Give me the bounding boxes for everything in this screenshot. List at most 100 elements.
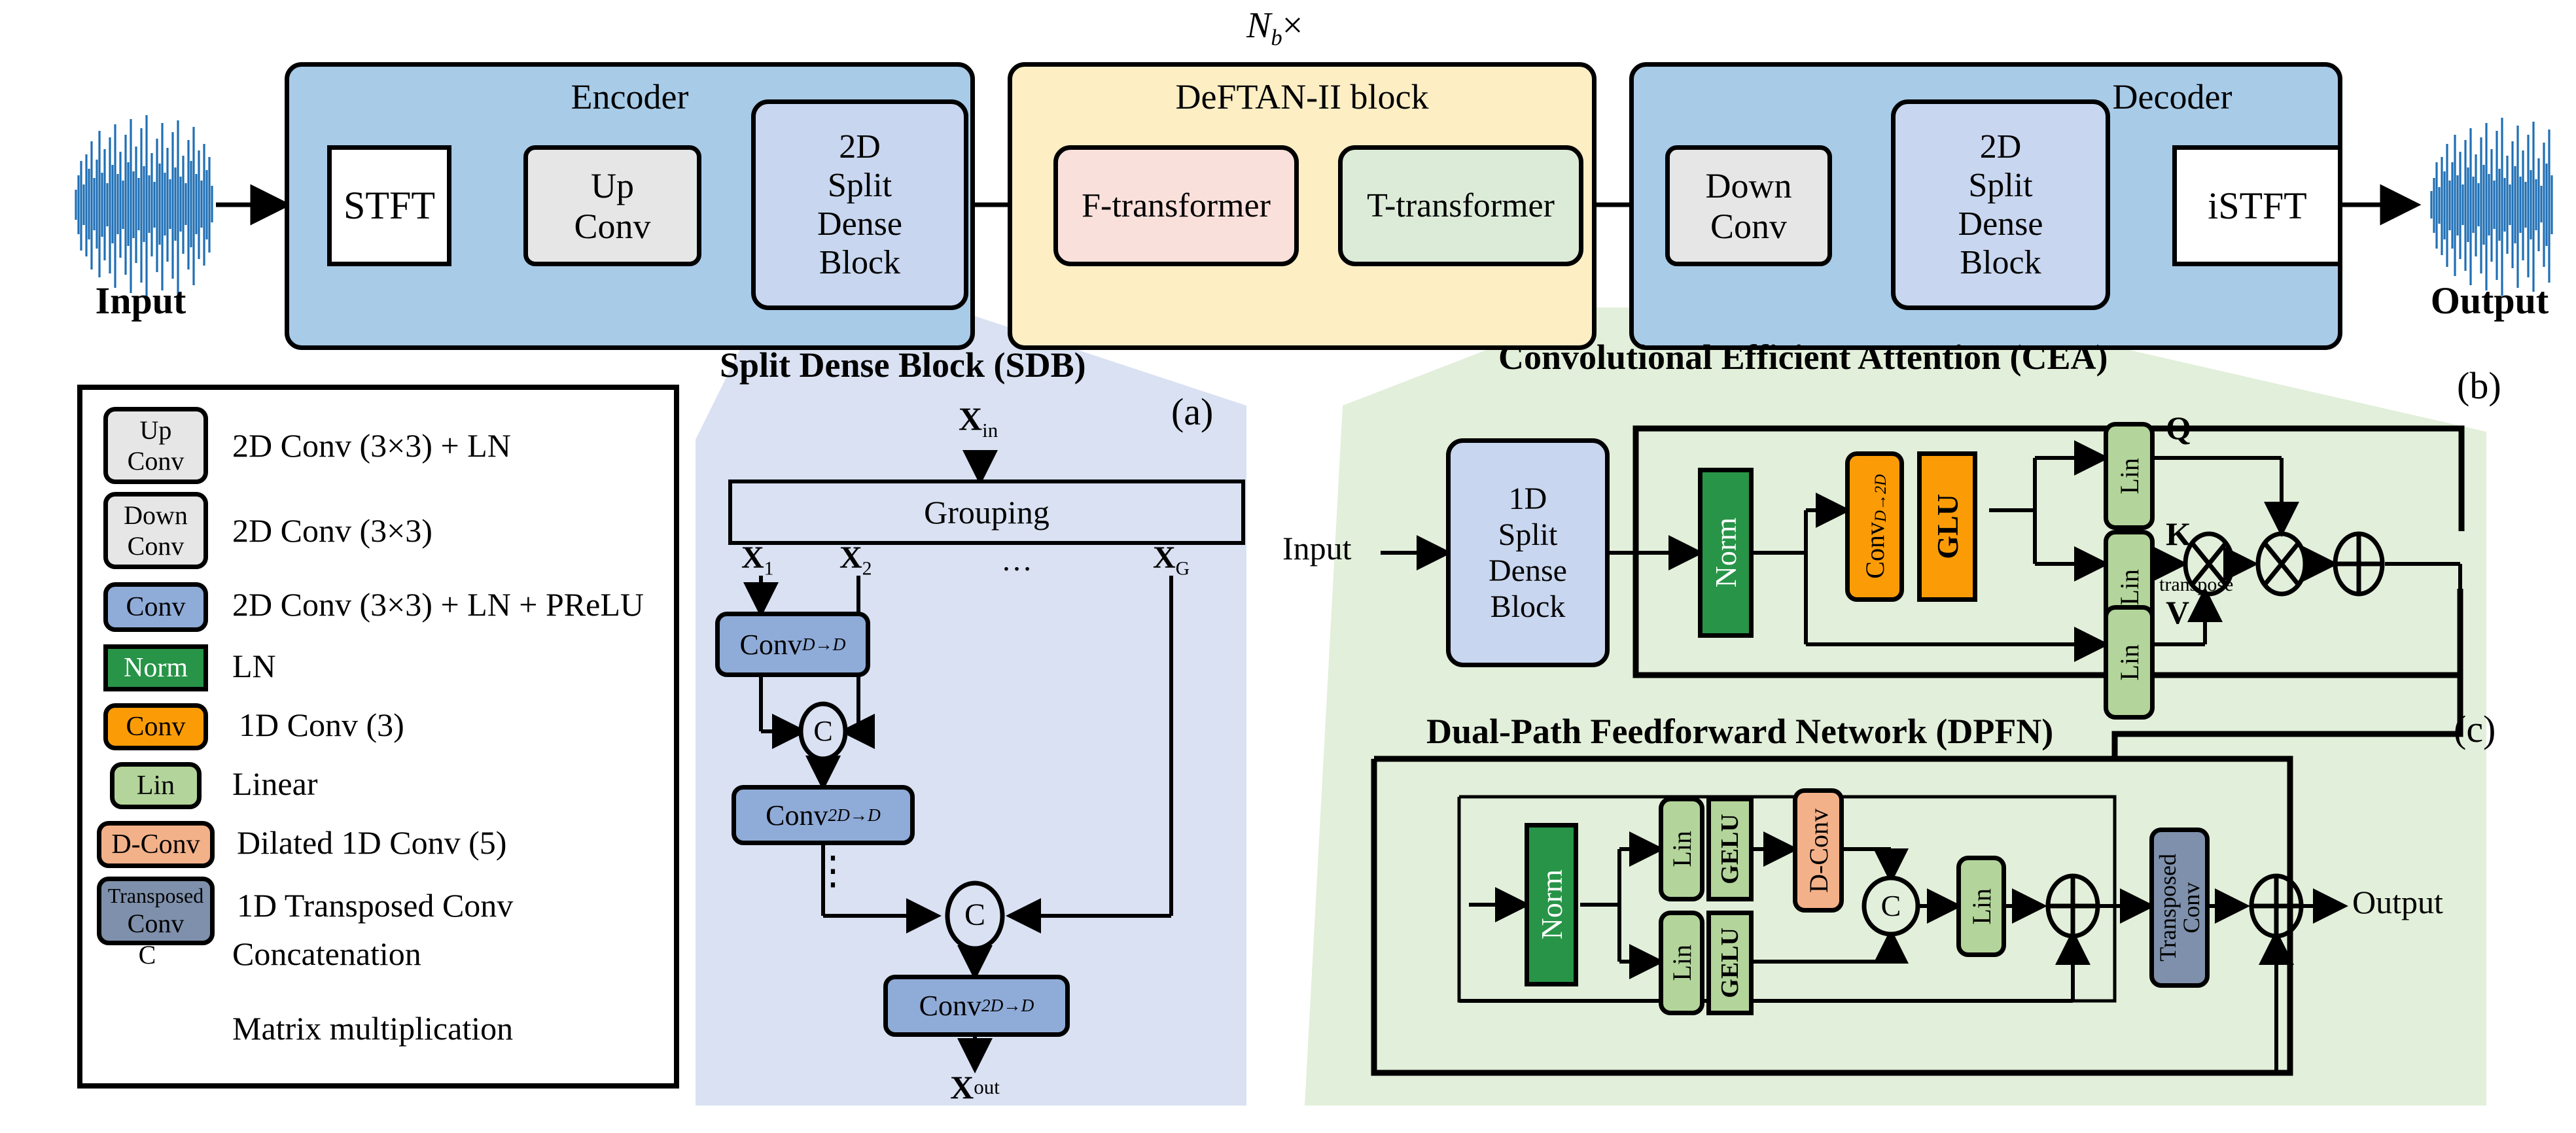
legend-icon-down-conv: Down Conv [103, 492, 208, 569]
sdb-conv-d-to-d[interactable]: Conv D→D [715, 612, 870, 677]
sdb-conv-2d-to-d-2[interactable]: Conv 2D→D [883, 975, 1070, 1037]
branch-label-x1: X1 [741, 540, 774, 580]
add-circle [2333, 531, 2385, 597]
panel-c-tag: (c) [2454, 708, 2496, 750]
branch-label-xg: XG [1153, 540, 1190, 580]
branch-sub: 2 [862, 557, 872, 580]
dpfn-gelu-top[interactable]: GELU [1706, 797, 1754, 901]
repeat-count-label: Nb× [1246, 7, 1303, 50]
sdb-label-line1: 2D [839, 128, 881, 166]
norm-label: Norm [1709, 517, 1742, 588]
cea-lin-q[interactable]: Lin [2104, 422, 2155, 530]
panel-b-tag: (b) [2457, 364, 2501, 407]
q-label: Q [2166, 410, 2191, 446]
output-waveform [2430, 118, 2553, 296]
dpfn-transposed-conv-block[interactable]: Transposed Conv [2149, 828, 2210, 988]
panel-a-tag: (a) [1171, 391, 1214, 433]
down-conv-label-line2: Conv [1710, 206, 1788, 246]
legend-icon-text: Conv [126, 712, 186, 742]
legend-icon-conv-2d: Conv [103, 582, 208, 632]
branch-label-x2: X2 [839, 541, 872, 580]
gelu-label: GELU [1716, 814, 1744, 884]
legend-text-norm: LN [232, 648, 276, 684]
panel-a-input-label: Xin [959, 402, 998, 442]
branch-sub: G [1175, 557, 1190, 580]
repeat-n: N [1246, 5, 1271, 46]
up-conv-block[interactable]: Up Conv [523, 145, 701, 266]
dpfn-gelu-bottom[interactable]: GELU [1706, 911, 1754, 1015]
dpfn-output-label: Output [2352, 884, 2443, 920]
sdb2-label-line3: Dense [1958, 205, 2043, 243]
stft-label: STFT [343, 184, 436, 227]
decoder-sdb-block[interactable]: 2D Split Dense Block [1891, 99, 2110, 310]
stft-block[interactable]: STFT [327, 145, 451, 266]
cea-glu-block[interactable]: GLU [1917, 451, 1977, 602]
cea-sdb-line2: Split [1498, 517, 1558, 552]
dconv-label: D-Conv [1803, 808, 1833, 893]
istft-block[interactable]: iSTFT [2172, 145, 2342, 266]
cea-norm-block[interactable]: Norm [1698, 468, 1754, 638]
v-label: V [2166, 594, 2190, 631]
dpfn-norm-block[interactable]: Norm [1525, 823, 1578, 986]
sdb-label-line4: Block [819, 244, 901, 281]
repeat-times: × [1282, 5, 1303, 46]
branch-sub: 1 [764, 557, 774, 580]
legend-icon-text: Conv [127, 531, 185, 561]
lin-label: Lin [2114, 568, 2144, 606]
lin-label: Lin [1667, 831, 1697, 867]
cea-conv-block[interactable]: ConvD→2D [1845, 451, 1904, 602]
legend-icon-text: Down [124, 500, 188, 530]
panel-a-title: Split Dense Block (SDB) [720, 345, 1086, 385]
dpfn-lin-top[interactable]: Lin [1659, 797, 1704, 901]
gelu-label: GELU [1716, 928, 1744, 998]
conv-sub: D→2D [1871, 474, 1890, 523]
branch-main: X [741, 540, 764, 575]
legend-icon-text: Lin [136, 771, 175, 801]
panel-a-output-label: Xout [916, 1070, 1034, 1105]
encoder-sdb-block[interactable]: 2D Split Dense Block [751, 99, 968, 310]
dpfn-lin-bottom[interactable]: Lin [1659, 911, 1704, 1015]
conv-label: Conv [919, 990, 982, 1022]
concat-label-2: C [964, 897, 985, 932]
dpfn-lin-out[interactable]: Lin [1956, 856, 2006, 957]
legend-icon-text: Conv [127, 446, 185, 476]
panel-b-input-label: Input [1282, 530, 1352, 566]
legend-text-down-conv: 2D Conv (3×3) [232, 512, 432, 549]
t-transformer-block[interactable]: T-transformer [1338, 145, 1583, 266]
up-conv-label-line2: Conv [574, 206, 651, 246]
dpfn-d-conv-block[interactable]: D-Conv [1793, 788, 1844, 913]
input-waveform [75, 115, 213, 298]
legend-icon-text: Transposed [107, 883, 204, 907]
f-transformer-block[interactable]: F-transformer [1053, 145, 1299, 266]
sdb2-label-line1: 2D [1979, 128, 2022, 166]
legend-text-d-conv: Dilated 1D Conv (5) [237, 824, 507, 861]
repeat-sub: b [1271, 25, 1282, 51]
sdb-conv-2d-to-d-1[interactable]: Conv 2D→D [732, 785, 915, 845]
transposed-l2: Conv [2178, 882, 2204, 933]
branch-main: X [1153, 540, 1176, 575]
lin-label: Lin [2114, 457, 2144, 495]
legend-icon-text: Conv [127, 908, 185, 938]
transpose-label: transpose [2159, 574, 2234, 595]
add-circle [2249, 873, 2304, 939]
grouping-block[interactable]: Grouping [728, 479, 1245, 545]
legend-icon-text: Norm [124, 653, 188, 683]
legend-text-lin: Linear [232, 765, 318, 802]
t-transformer-label: T-transformer [1367, 187, 1555, 224]
norm-label: Norm [1534, 869, 1568, 940]
sdb2-label-line2: Split [1968, 167, 2033, 204]
cea-lin-v[interactable]: Lin [2104, 605, 2155, 720]
panel-c-title: Dual-Path Feedforward Network (DPFN) [1426, 712, 2054, 751]
concat-label-1: C [813, 714, 833, 747]
x-in-main: X [959, 400, 983, 437]
legend-text-up-conv: 2D Conv (3×3) + LN [232, 427, 511, 464]
x-in-sub: in [982, 419, 998, 442]
down-conv-block[interactable]: Down Conv [1665, 145, 1832, 266]
branch-label-ellipsis: … [1001, 543, 1032, 578]
sdb-label-line2: Split [827, 167, 892, 204]
cea-sdb-block[interactable]: 1D Split Dense Block [1446, 438, 1610, 667]
legend-icon-conv-1d: Conv [103, 703, 208, 750]
conv-label: Conv [739, 628, 802, 661]
transposed-conv-label: Transposed Conv [2155, 854, 2204, 962]
sdb2-label-line4: Block [1960, 244, 2041, 281]
